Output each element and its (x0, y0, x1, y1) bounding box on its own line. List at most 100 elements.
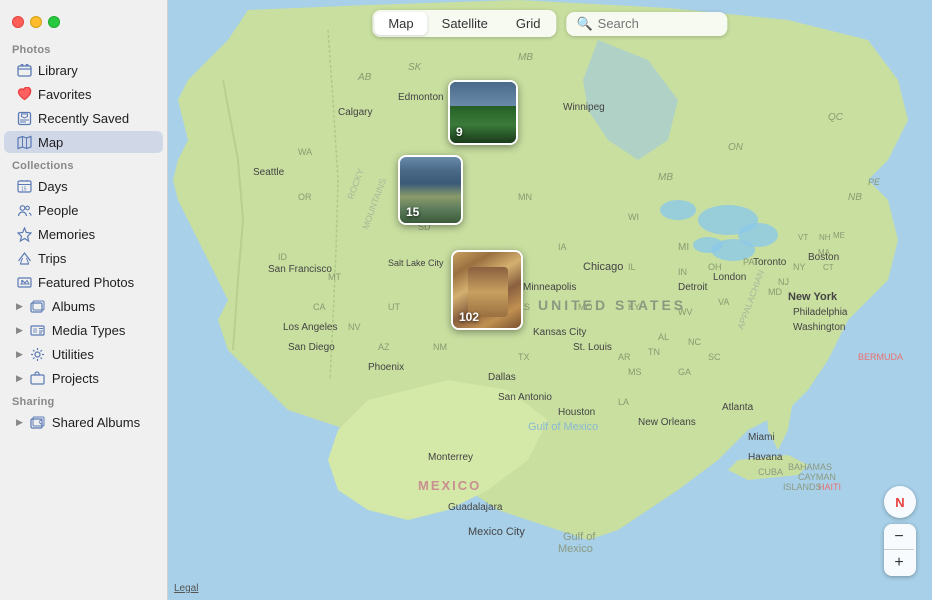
svg-text:ISLANDS: ISLANDS (783, 482, 822, 492)
sidebar-item-favorites[interactable]: Favorites (4, 83, 163, 105)
svg-text:San Diego: San Diego (288, 342, 335, 353)
svg-text:OR: OR (298, 192, 312, 202)
photo-pin-northwest[interactable]: 9 (448, 80, 518, 145)
svg-text:VT: VT (798, 233, 808, 242)
sidebar-item-utilities[interactable]: ▶ Utilities (4, 343, 163, 365)
legal-link[interactable]: Legal (174, 583, 198, 594)
svg-text:Winnipeg: Winnipeg (563, 102, 605, 113)
shared-albums-label: Shared Albums (52, 415, 140, 430)
map-container[interactable]: MB ON QC NB PE AB SK MB WA OR ID MT ND S… (168, 0, 932, 600)
sidebar-item-people[interactable]: People (4, 199, 163, 221)
svg-text:TX: TX (518, 352, 530, 362)
library-icon (16, 62, 32, 78)
svg-text:NC: NC (688, 337, 701, 347)
svg-text:CAYMAN: CAYMAN (798, 472, 836, 482)
view-toggle: Map Satellite Grid (372, 10, 556, 37)
svg-text:Mexico: Mexico (558, 543, 593, 555)
media-types-expand-icon: ▶ (16, 325, 23, 336)
svg-text:St. Louis: St. Louis (573, 342, 612, 353)
svg-text:IL: IL (628, 262, 636, 272)
sidebar-item-map[interactable]: Map (4, 131, 163, 153)
svg-text:Boston: Boston (808, 252, 839, 263)
svg-text:Los Angeles: Los Angeles (283, 322, 338, 333)
svg-text:Havana: Havana (748, 452, 783, 463)
svg-text:WA: WA (298, 147, 312, 157)
sidebar-item-trips[interactable]: Trips (4, 247, 163, 269)
minimize-button[interactable] (30, 16, 42, 28)
svg-text:SK: SK (408, 62, 423, 73)
photo-pin-coast[interactable]: 15 (398, 155, 463, 225)
svg-text:CUBA: CUBA (758, 467, 783, 477)
search-bar[interactable]: 🔍 (566, 12, 727, 36)
svg-text:BAHAMAS: BAHAMAS (788, 462, 832, 472)
shared-albums-expand-icon: ▶ (16, 417, 23, 428)
svg-text:Guadalajara: Guadalajara (448, 502, 503, 513)
projects-expand-icon: ▶ (16, 373, 23, 384)
svg-text:15: 15 (21, 186, 27, 192)
svg-text:Detroit: Detroit (678, 282, 708, 293)
trips-icon (16, 250, 32, 266)
sidebar-item-library[interactable]: Library (4, 59, 163, 81)
sidebar-item-memories[interactable]: Memories (4, 223, 163, 245)
svg-text:Seattle: Seattle (253, 167, 285, 178)
sidebar-item-albums[interactable]: ▶ Albums (4, 295, 163, 317)
media-types-icon (30, 322, 46, 338)
svg-text:SC: SC (708, 352, 721, 362)
svg-text:PE: PE (868, 177, 881, 187)
svg-text:Minneapolis: Minneapolis (523, 282, 576, 293)
days-icon: 15 (16, 178, 32, 194)
pin-count-sf: 102 (459, 310, 479, 324)
featured-photos-label: Featured Photos (38, 275, 134, 290)
sidebar-item-featured-photos[interactable]: Featured Photos (4, 271, 163, 293)
svg-text:GA: GA (678, 367, 691, 377)
favorites-label: Favorites (38, 87, 91, 102)
sidebar-item-projects[interactable]: ▶ Projects (4, 367, 163, 389)
svg-text:Philadelphia: Philadelphia (793, 307, 848, 318)
search-input[interactable] (598, 16, 718, 31)
sidebar-item-recently-saved[interactable]: Recently Saved (4, 107, 163, 129)
svg-text:NV: NV (348, 322, 361, 332)
svg-text:AB: AB (357, 72, 372, 83)
svg-text:IA: IA (558, 242, 567, 252)
svg-text:UT: UT (388, 302, 400, 312)
compass[interactable]: N (884, 486, 916, 518)
svg-text:Calgary: Calgary (338, 107, 372, 118)
svg-text:Washington: Washington (793, 322, 845, 333)
svg-text:NB: NB (848, 192, 862, 203)
svg-text:IN: IN (678, 267, 687, 277)
svg-text:MB: MB (518, 52, 533, 63)
photo-pin-sf[interactable]: 102 (451, 250, 523, 330)
svg-text:AL: AL (658, 332, 669, 342)
collections-section-label: Collections (0, 154, 167, 174)
grid-view-button[interactable]: Grid (502, 12, 555, 35)
satellite-view-button[interactable]: Satellite (428, 12, 502, 35)
svg-text:ME: ME (833, 231, 845, 240)
sidebar-item-shared-albums[interactable]: ▶ Shared Albums (4, 411, 163, 433)
map-icon (16, 134, 32, 150)
svg-text:NY: NY (793, 262, 806, 272)
svg-text:OH: OH (708, 262, 722, 272)
utilities-icon (30, 346, 46, 362)
sharing-section-label: Sharing (0, 390, 167, 410)
svg-text:Dallas: Dallas (488, 372, 516, 383)
svg-text:AZ: AZ (378, 342, 390, 352)
recently-saved-icon (16, 110, 32, 126)
close-button[interactable] (12, 16, 24, 28)
sidebar-item-days[interactable]: 15 Days (4, 175, 163, 197)
zoom-out-button[interactable]: − (884, 524, 914, 550)
trips-label: Trips (38, 251, 66, 266)
map-svg: MB ON QC NB PE AB SK MB WA OR ID MT ND S… (168, 0, 932, 600)
albums-icon (30, 298, 46, 314)
days-label: Days (38, 179, 68, 194)
svg-text:London: London (713, 272, 746, 283)
maximize-button[interactable] (48, 16, 60, 28)
sidebar-item-media-types[interactable]: ▶ Media Types (4, 319, 163, 341)
svg-text:MI: MI (678, 242, 689, 253)
albums-expand-icon: ▶ (16, 301, 23, 312)
svg-text:MD: MD (768, 287, 782, 297)
zoom-in-button[interactable]: + (884, 550, 914, 576)
map-view-button[interactable]: Map (374, 12, 427, 35)
toolbar: Map Satellite Grid 🔍 (372, 10, 727, 37)
memories-label: Memories (38, 227, 95, 242)
featured-photos-icon (16, 274, 32, 290)
